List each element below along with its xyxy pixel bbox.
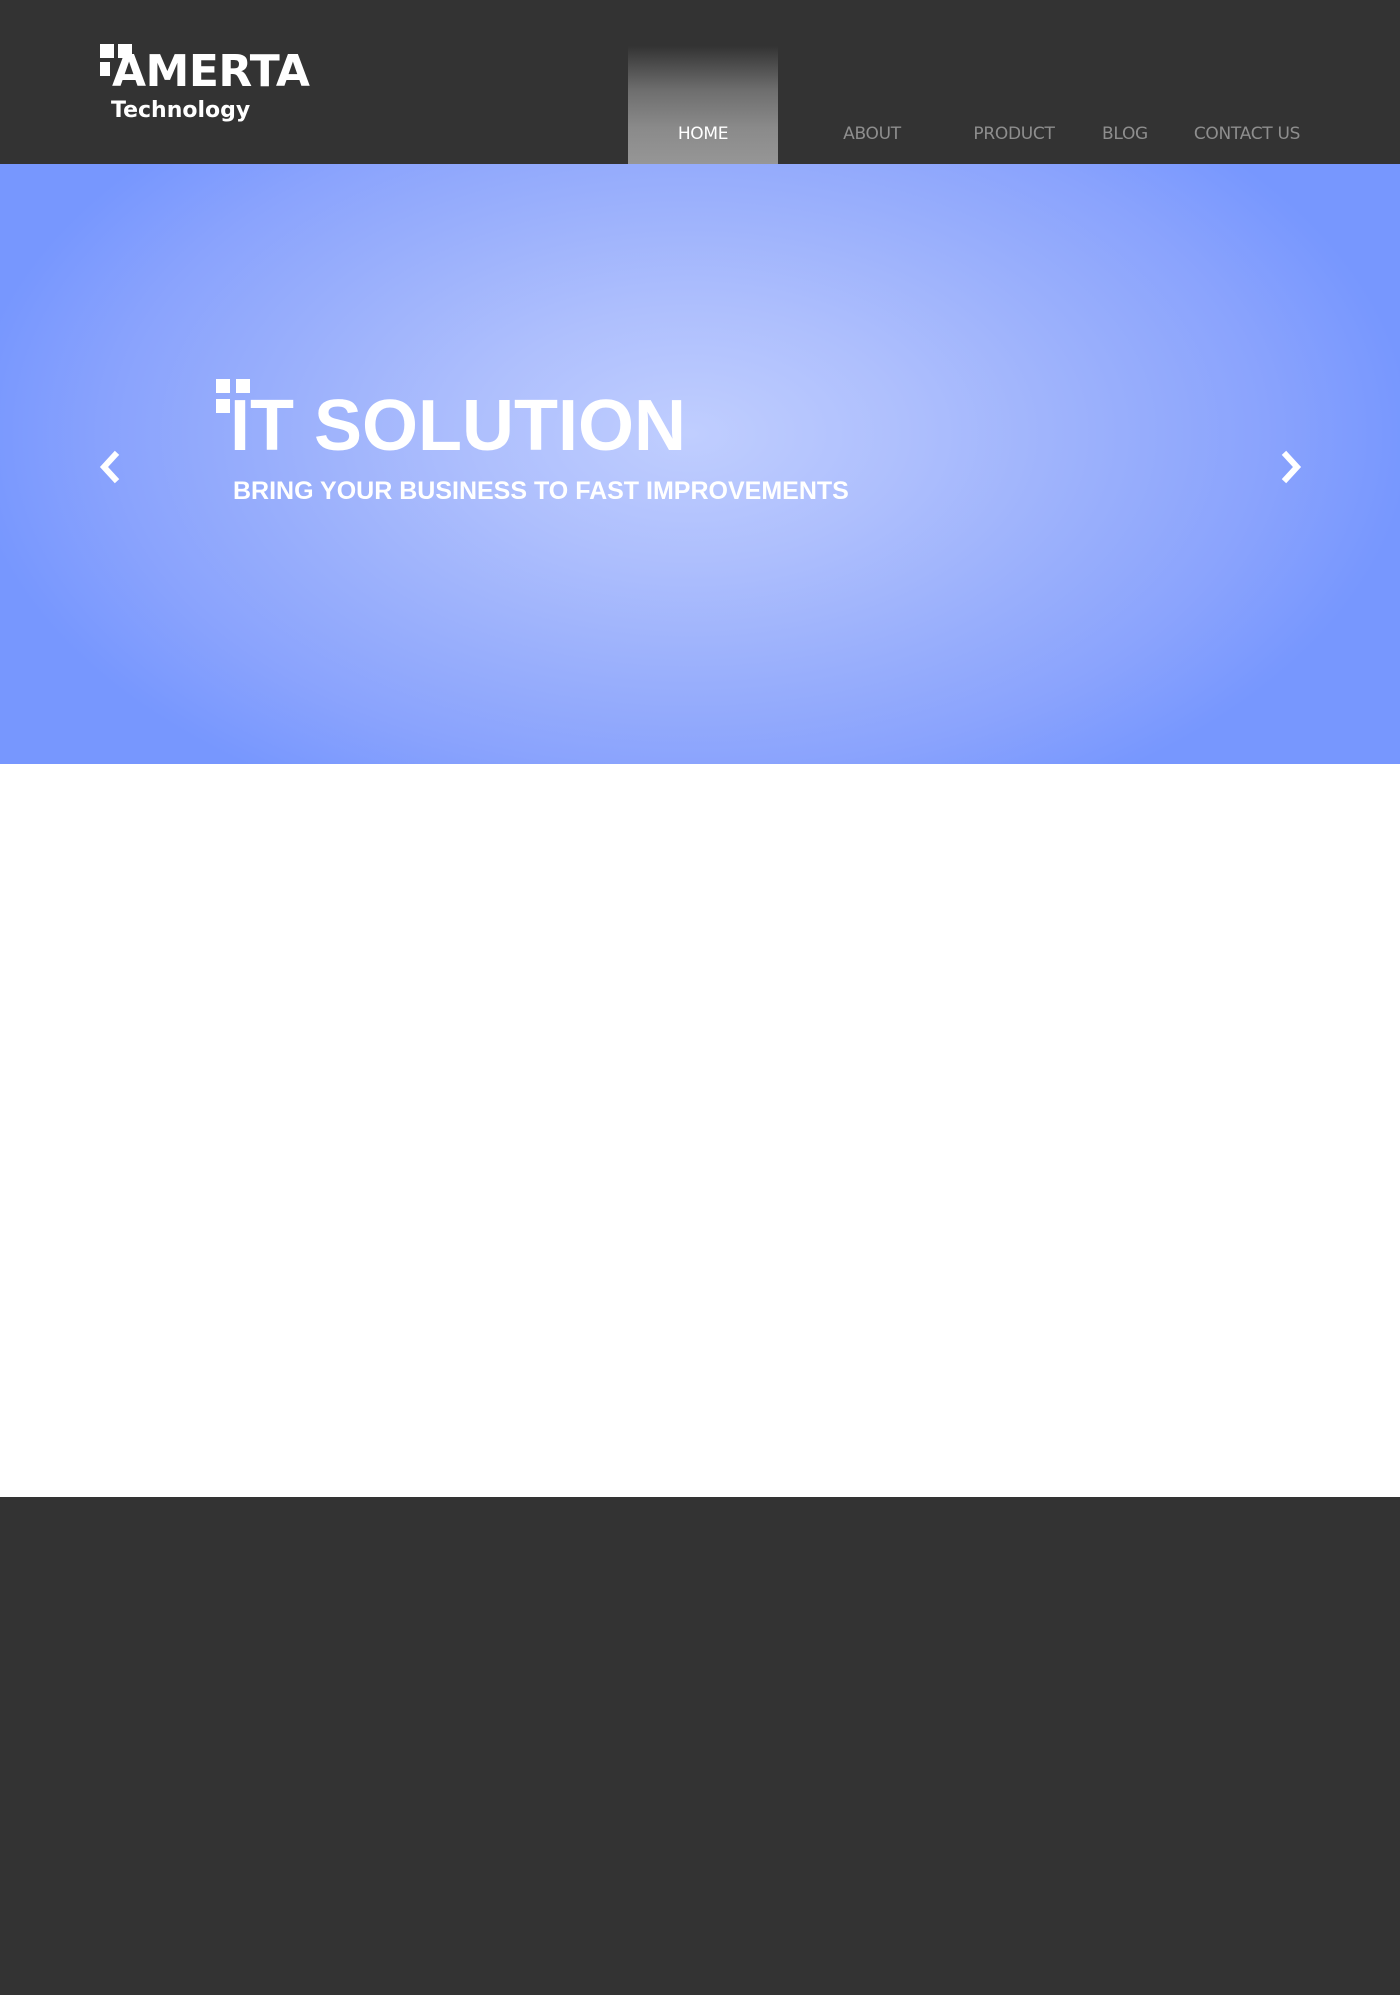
nav-item-product[interactable]: PRODUCT	[960, 0, 1068, 164]
nav-item-contact-us[interactable]: CONTACT US	[1182, 0, 1312, 164]
main-content	[0, 764, 1400, 1497]
hero-mark-square	[216, 379, 230, 393]
nav-item-about[interactable]: ABOUT	[820, 0, 924, 164]
hero-slider: IT SOLUTION BRING YOUR BUSINESS TO FAST …	[0, 164, 1400, 764]
chevron-right-icon[interactable]	[1276, 449, 1306, 485]
main-nav: HOME ABOUT PRODUCT BLOG CONTACT US	[0, 0, 1400, 164]
hero-subtitle: BRING YOUR BUSINESS TO FAST IMPROVEMENTS	[233, 477, 849, 505]
nav-item-home[interactable]: HOME	[628, 0, 778, 164]
site-header: AMERTA Technology HOME ABOUT PRODUCT BLO…	[0, 0, 1400, 164]
nav-item-blog[interactable]: BLOG	[1090, 0, 1160, 164]
bottom-edge	[0, 1995, 1400, 2000]
site-footer	[0, 1497, 1400, 1995]
hero-title: IT SOLUTION	[230, 386, 686, 466]
chevron-left-icon[interactable]	[95, 449, 125, 485]
hero-mark-square	[216, 399, 230, 413]
